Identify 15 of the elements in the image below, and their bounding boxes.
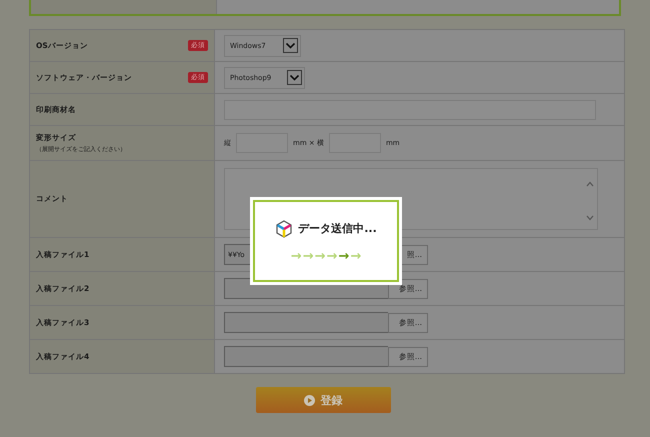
progress-arrow: → [314, 250, 326, 262]
progress-arrow: → [302, 250, 314, 262]
file-field[interactable] [224, 346, 388, 367]
progress-arrow: → [326, 250, 338, 262]
dialog-title: データ送信中... [298, 221, 377, 236]
file-field[interactable] [224, 312, 388, 333]
progress-arrow: → [338, 250, 350, 262]
progress-arrow: → [350, 250, 362, 262]
caret-icon [287, 70, 302, 85]
cube-icon [275, 220, 294, 238]
scroll-down-icon [586, 215, 594, 221]
caret-icon [283, 38, 298, 53]
play-icon [304, 394, 314, 406]
scroll-up-icon [586, 181, 594, 187]
progress-arrow: → [290, 250, 302, 262]
